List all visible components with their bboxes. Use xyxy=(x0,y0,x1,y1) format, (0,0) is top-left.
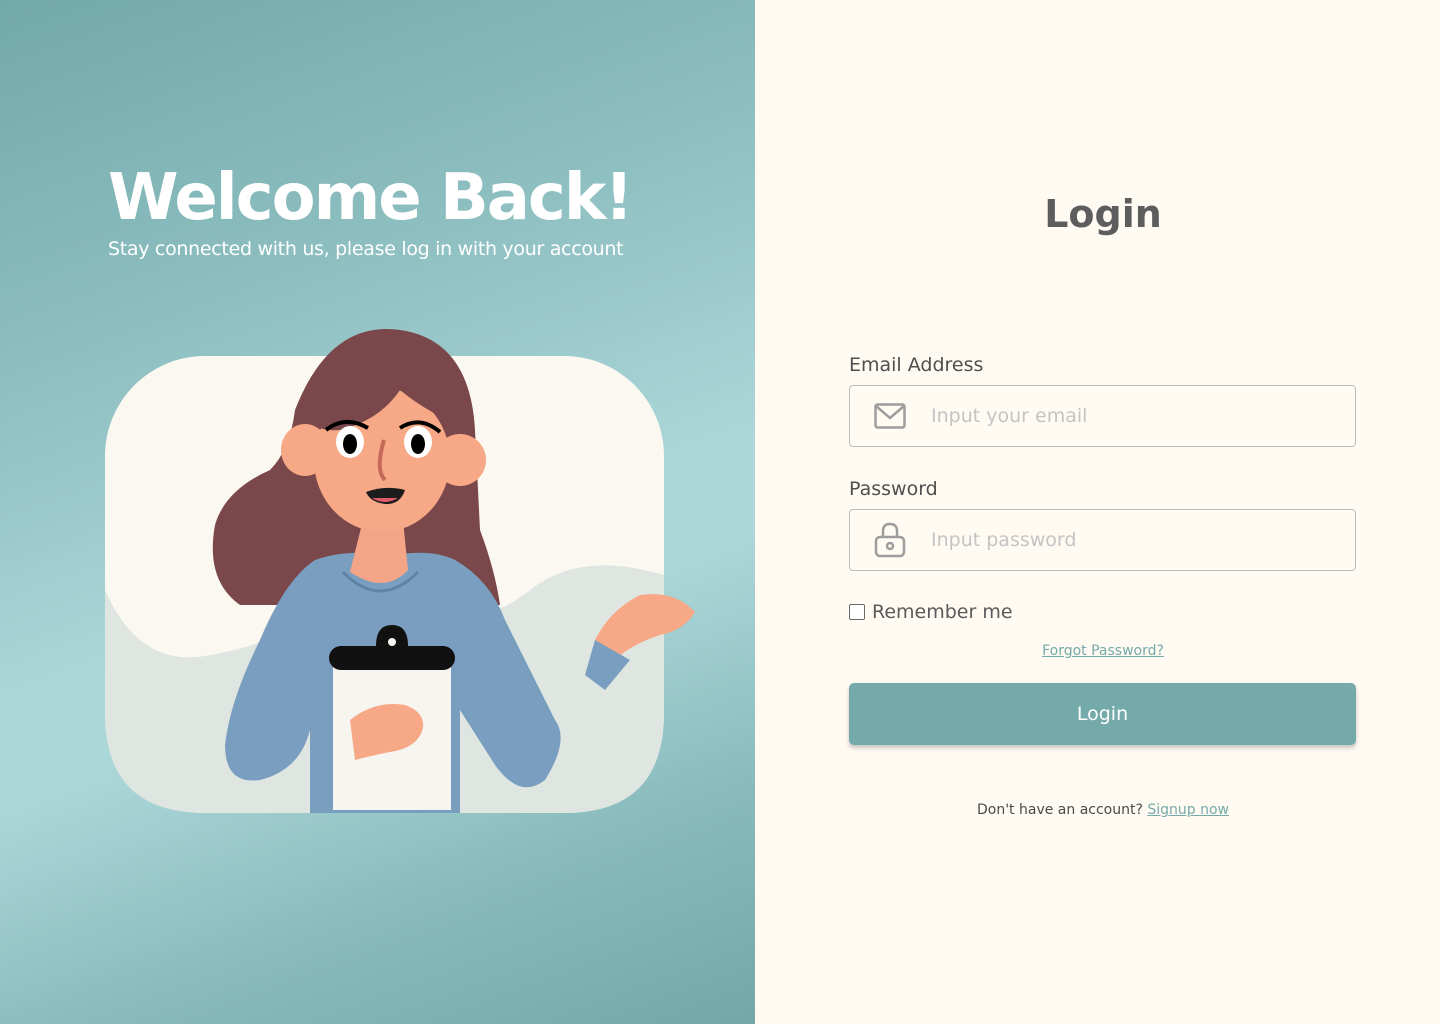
email-input[interactable] xyxy=(931,405,1331,427)
login-panel: Login Email Address Password Remember me… xyxy=(755,0,1440,1024)
email-label: Email Address xyxy=(849,354,984,376)
welcome-panel: Welcome Back! Stay connected with us, pl… xyxy=(0,0,755,1024)
email-field[interactable] xyxy=(849,385,1356,447)
signup-link[interactable]: Signup now xyxy=(1147,802,1229,818)
envelope-icon xyxy=(870,399,910,433)
remember-label: Remember me xyxy=(872,601,1013,623)
remember-checkbox[interactable] xyxy=(849,604,865,620)
forgot-password-link[interactable]: Forgot Password? xyxy=(755,643,1440,659)
welcome-title: Welcome Back! xyxy=(108,161,634,235)
lock-icon xyxy=(870,522,910,558)
login-title: Login xyxy=(1044,192,1162,236)
welcome-subtitle: Stay connected with us, please log in wi… xyxy=(108,238,624,260)
password-label: Password xyxy=(849,478,938,500)
login-button[interactable]: Login xyxy=(849,683,1356,745)
woman-with-clipboard-illustration xyxy=(105,329,695,813)
signup-prompt-text: Don't have an account? xyxy=(976,802,1143,818)
password-field[interactable] xyxy=(849,509,1356,571)
remember-me[interactable]: Remember me xyxy=(849,601,1013,623)
password-input[interactable] xyxy=(931,529,1331,551)
signup-prompt: Don't have an account? Signup now xyxy=(755,802,1440,818)
